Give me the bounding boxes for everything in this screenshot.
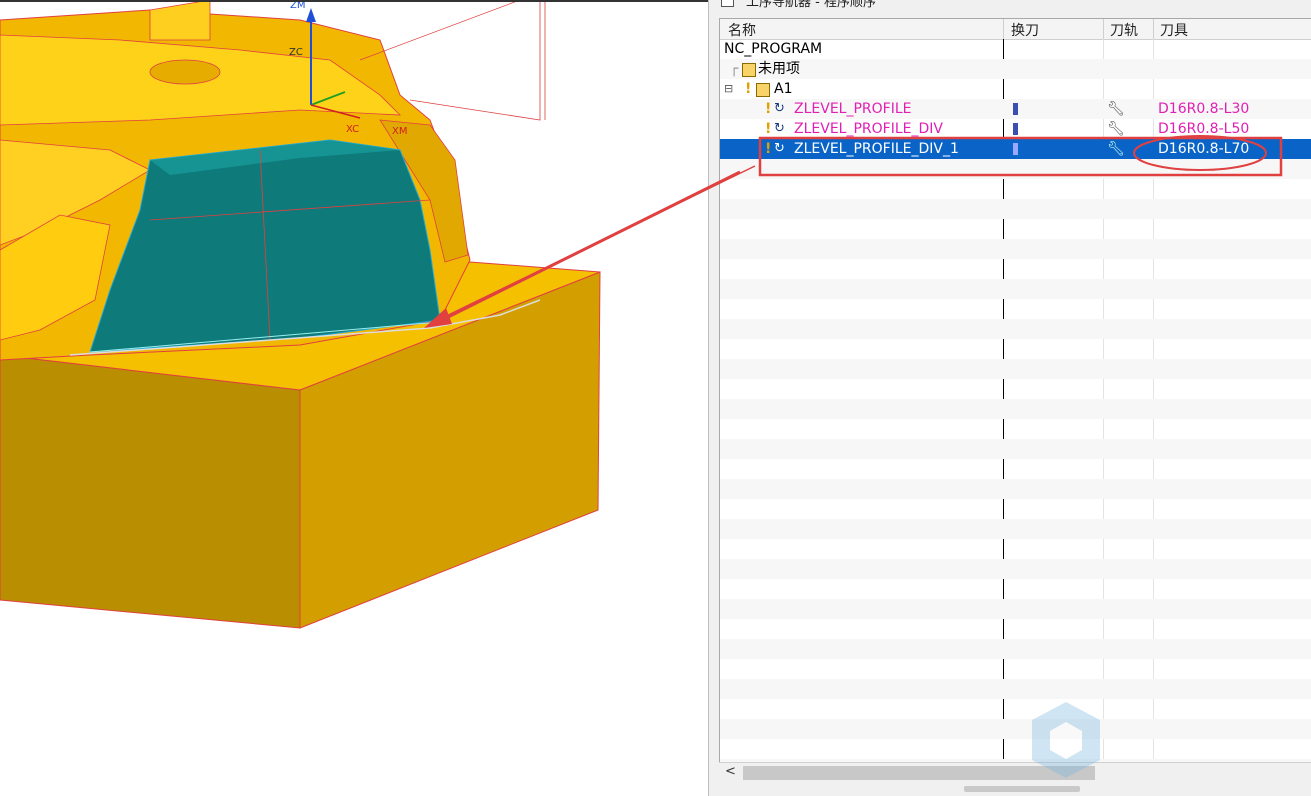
empty-tree-row — [720, 159, 1311, 179]
empty-tree-row — [720, 239, 1311, 259]
row-name: NC_PROGRAM — [724, 41, 823, 57]
row-tool: D16R0.8-L30 — [1158, 101, 1250, 117]
tree-row-zlevel-profile-div[interactable]: ! ↻ ZLEVEL_PROFILE_DIV 🔧︎ D16R0.8-L50 — [720, 119, 1311, 139]
column-header-tool[interactable]: 刀具 — [1160, 20, 1188, 40]
tree-row-zlevel-profile[interactable]: ! ↻ ZLEVEL_PROFILE 🔧︎ D16R0.8-L30 — [720, 99, 1311, 119]
row-name: ZLEVEL_PROFILE_DIV — [794, 121, 943, 137]
wrench-icon: 🔧︎ — [1107, 121, 1125, 137]
row-name: 未用项 — [758, 61, 800, 77]
empty-tree-row — [720, 479, 1311, 499]
navigator-title-bar: 工序导航器 - 程序顺序 — [721, 0, 876, 10]
operation-icon: ↻ — [774, 121, 785, 136]
tool-change-icon — [1013, 103, 1018, 115]
column-header-path[interactable]: 刀轨 — [1110, 20, 1138, 40]
row-name: ZLEVEL_PROFILE — [794, 101, 912, 117]
scroll-left-button[interactable]: < — [725, 764, 736, 779]
operation-icon: ↻ — [774, 141, 785, 156]
empty-tree-row — [720, 299, 1311, 319]
warning-icon: ! — [765, 141, 772, 157]
axis-label-zc: ZC — [289, 47, 303, 58]
empty-tree-row — [720, 499, 1311, 519]
folder-icon — [756, 83, 770, 97]
graphics-viewport[interactable]: ZM ZC XC XM — [0, 0, 708, 796]
tool-change-icon — [1013, 143, 1018, 155]
empty-tree-row — [720, 339, 1311, 359]
empty-tree-row — [720, 679, 1311, 699]
empty-tree-row — [720, 619, 1311, 639]
row-tool: D16R0.8-L70 — [1158, 141, 1250, 157]
empty-tree-row — [720, 179, 1311, 199]
warning-icon: ! — [765, 101, 772, 117]
empty-tree-row — [720, 539, 1311, 559]
operation-navigator-panel: 工序导航器 - 程序顺序 名称 换刀 刀轨 刀具 NC_PROGRAM ┌ 未用… — [708, 0, 1311, 796]
empty-tree-row — [720, 219, 1311, 239]
empty-tree-row — [720, 639, 1311, 659]
tree-row-nc-program[interactable]: NC_PROGRAM — [720, 39, 1311, 59]
axis-label-xm: XM — [392, 126, 407, 137]
block-front-face — [0, 354, 301, 629]
part-model-drawing: ZM ZC XC XM — [0, 0, 708, 629]
folder-icon — [742, 63, 756, 77]
operation-tree[interactable]: 名称 换刀 刀轨 刀具 NC_PROGRAM ┌ 未用项 ⊟ ! A1 ! ↻ … — [719, 18, 1311, 764]
axis-label-xc: XC — [346, 124, 359, 135]
watermark-logo — [1030, 700, 1300, 780]
tree-row-zlevel-profile-div-1[interactable]: ! ↻ ZLEVEL_PROFILE_DIV_1 🔧︎ D16R0.8-L70 — [720, 139, 1311, 159]
empty-tree-row — [720, 399, 1311, 419]
wrench-icon: 🔧︎ — [1107, 141, 1125, 157]
empty-tree-row — [720, 439, 1311, 459]
operation-icon: ↻ — [774, 101, 785, 116]
tree-header: 名称 换刀 刀轨 刀具 — [720, 19, 1311, 40]
row-name: A1 — [774, 81, 793, 97]
empty-tree-row — [720, 519, 1311, 539]
pin-checkbox[interactable] — [721, 0, 734, 7]
column-header-name[interactable]: 名称 — [728, 20, 756, 40]
empty-tree-row — [720, 199, 1311, 219]
column-header-tool-change[interactable]: 换刀 — [1011, 20, 1039, 40]
empty-tree-row — [720, 379, 1311, 399]
row-tool: D16R0.8-L50 — [1158, 121, 1250, 137]
empty-tree-row — [720, 659, 1311, 679]
resize-grip[interactable] — [964, 786, 1080, 792]
empty-tree-row — [720, 319, 1311, 339]
warning-icon: ! — [745, 81, 752, 97]
tree-row-unused[interactable]: ┌ 未用项 — [720, 59, 1311, 79]
tool-change-icon — [1013, 123, 1018, 135]
warning-icon: ! — [765, 121, 772, 137]
empty-tree-row — [720, 559, 1311, 579]
empty-tree-row — [720, 579, 1311, 599]
wrench-icon: 🔧︎ — [1107, 101, 1125, 117]
empty-tree-row — [720, 419, 1311, 439]
empty-tree-row — [720, 259, 1311, 279]
empty-tree-row — [720, 279, 1311, 299]
empty-tree-row — [720, 459, 1311, 479]
navigator-title: 工序导航器 - 程序顺序 — [746, 0, 876, 10]
row-name: ZLEVEL_PROFILE_DIV_1 — [794, 141, 959, 157]
empty-tree-row — [720, 599, 1311, 619]
tree-row-a1[interactable]: ⊟ ! A1 — [720, 79, 1311, 99]
collapse-icon[interactable]: ⊟ — [724, 79, 733, 99]
empty-tree-row — [720, 359, 1311, 379]
